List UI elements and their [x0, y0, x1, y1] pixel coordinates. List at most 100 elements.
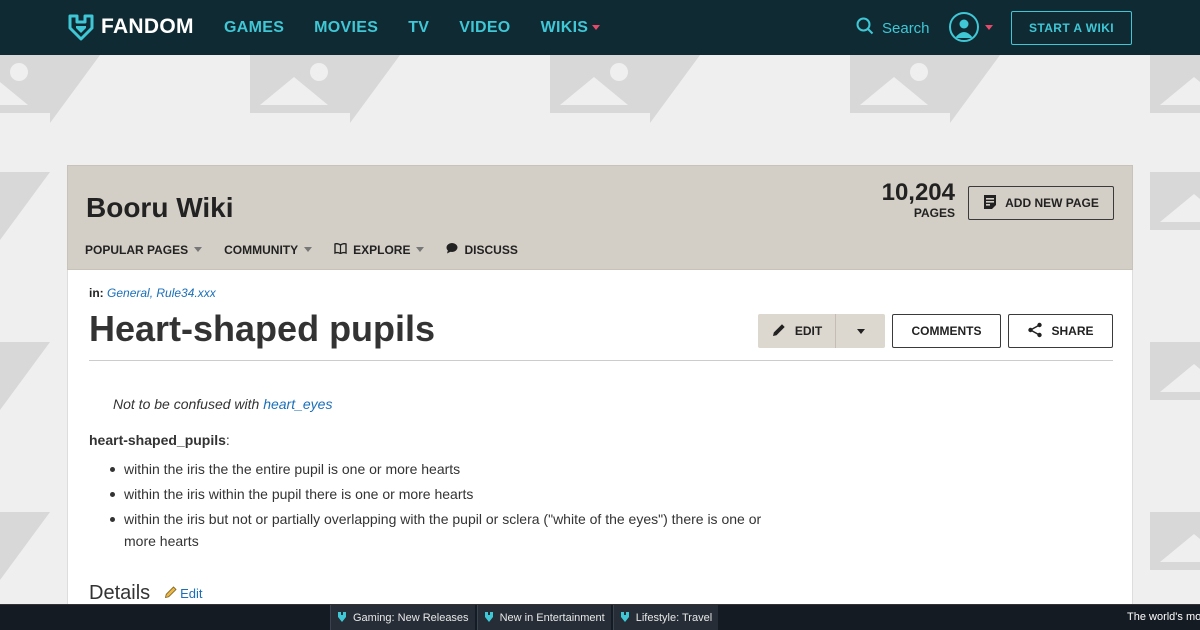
page-count-number: 10,204 — [881, 179, 955, 206]
wiki-navigation: POPULAR PAGES COMMUNITY EXPLORE DISCUSS — [85, 242, 518, 257]
placeholder-image-icon — [250, 55, 400, 123]
nav-games-label: GAMES — [224, 18, 285, 36]
note-text: Not to be confused with — [113, 396, 264, 412]
categories-label: in: — [89, 286, 104, 300]
fandom-logo-text: FANDOM — [101, 15, 194, 38]
category-list: in: General, Rule34.xxx — [89, 286, 216, 300]
chevron-down-icon — [194, 247, 203, 252]
placeholder-image-icon — [0, 342, 50, 410]
chevron-down-icon — [304, 247, 313, 252]
page-count: 10,204 PAGES — [863, 179, 955, 221]
pencil-icon — [771, 322, 787, 341]
article-content: in: General, Rule34.xxx Heart-shaped pup… — [67, 270, 1133, 630]
wiki-nav-explore[interactable]: EXPLORE — [334, 242, 425, 257]
bottom-link-lifestyle[interactable]: Lifestyle: Travel — [612, 605, 721, 630]
placeholder-image-icon — [850, 55, 1000, 123]
wiki-nav-label: POPULAR PAGES — [85, 242, 189, 257]
chevron-down-icon — [416, 247, 425, 252]
fandom-feed-icon — [484, 611, 494, 626]
bottom-link-label: Gaming: New Releases — [353, 612, 469, 624]
fandom-heart-icon — [67, 13, 95, 41]
bottom-tagline: The world's mo — [1127, 611, 1200, 623]
share-icon — [1027, 322, 1043, 341]
placeholder-image-icon — [550, 55, 700, 123]
placeholder-image-icon — [1150, 512, 1200, 580]
category-links[interactable]: General, Rule34.xxx — [107, 286, 216, 300]
edit-label: EDIT — [794, 324, 823, 338]
nav-video-label: VIDEO — [459, 18, 511, 36]
page-count-label: PAGES — [913, 206, 955, 220]
nav-movies-label: MOVIES — [314, 18, 379, 36]
page-title: Heart-shaped pupils — [89, 308, 436, 349]
edit-button-group: EDIT — [758, 314, 885, 348]
avatar-icon — [949, 12, 979, 42]
section-edit-label: Edit — [180, 586, 203, 601]
term-heading: heart-shaped_pupils: — [89, 432, 230, 448]
details-section-header: Details Edit — [89, 582, 203, 605]
term-name: heart-shaped_pupils — [89, 432, 226, 448]
nav-video[interactable]: VIDEO — [459, 19, 510, 37]
page-actions: EDIT COMMENTS SHARE — [758, 314, 1113, 348]
placeholder-image-icon — [1150, 55, 1200, 123]
nav-wikis-label: WIKIS — [540, 18, 589, 36]
fandom-logo[interactable]: FANDOM — [67, 13, 194, 41]
wiki-nav-label: DISCUSS — [464, 242, 518, 257]
bottom-link-label: Lifestyle: Travel — [635, 612, 713, 624]
wiki-nav-community[interactable]: COMMUNITY — [224, 242, 313, 257]
section-heading: Details — [89, 582, 151, 604]
wiki-nav-label: EXPLORE — [353, 242, 411, 257]
nav-games[interactable]: GAMES — [224, 19, 284, 37]
bottom-link-gaming[interactable]: Gaming: New Releases — [330, 605, 477, 630]
heart-eyes-link[interactable]: heart_eyes — [263, 396, 332, 412]
list-item: within the iris within the pupil there i… — [106, 483, 766, 505]
wiki-nav-label: COMMUNITY — [224, 242, 299, 257]
chevron-down-icon — [985, 24, 993, 30]
search-button[interactable]: Search — [856, 17, 930, 39]
new-page-icon — [983, 194, 997, 213]
bottom-link-label: New in Entertainment — [499, 612, 605, 624]
edit-dropdown-button[interactable] — [836, 314, 885, 348]
nav-tv-label: TV — [408, 18, 430, 36]
placeholder-image-icon — [0, 512, 50, 580]
add-new-page-label: ADD NEW PAGE — [1005, 196, 1099, 210]
placeholder-image-icon — [0, 172, 50, 240]
nav-wikis[interactable]: WIKIS — [541, 19, 601, 37]
placeholder-image-icon — [1150, 342, 1200, 410]
definition-list: within the iris the the entire pupil is … — [106, 458, 766, 555]
placeholder-image-icon — [1150, 172, 1200, 240]
disambiguation-note: Not to be confused with heart_eyes — [113, 396, 332, 412]
share-button[interactable]: SHARE — [1008, 314, 1113, 348]
bottom-link-entertainment[interactable]: New in Entertainment — [476, 605, 613, 630]
wiki-title[interactable]: Booru Wiki — [86, 192, 234, 224]
global-nav-links: GAMES MOVIES TV VIDEO WIKIS — [224, 0, 601, 55]
start-a-wiki-button[interactable]: START A WIKI — [1011, 11, 1132, 45]
wiki-nav-popular-pages[interactable]: POPULAR PAGES — [85, 242, 203, 257]
book-icon — [334, 242, 347, 257]
chevron-down-icon — [592, 25, 601, 30]
list-item: within the iris but not or partially ove… — [106, 508, 766, 552]
term-suffix: : — [225, 432, 230, 448]
bottom-toolbar-links: Gaming: New Releases New in Entertainmen… — [330, 605, 721, 630]
share-label: SHARE — [1051, 324, 1094, 338]
search-label: Search — [882, 19, 930, 37]
fandom-feed-icon — [620, 611, 630, 626]
wiki-header: Booru Wiki 10,204 PAGES ADD NEW PAGE POP… — [67, 165, 1133, 270]
chevron-down-icon — [856, 328, 865, 334]
nav-movies[interactable]: MOVIES — [314, 19, 378, 37]
bottom-toolbar: Gaming: New Releases New in Entertainmen… — [0, 604, 1200, 630]
title-divider — [89, 360, 1113, 361]
pencil-icon — [164, 585, 178, 602]
user-menu[interactable] — [949, 12, 993, 42]
section-edit-link[interactable]: Edit — [164, 585, 203, 602]
comments-button[interactable]: COMMENTS — [892, 314, 1001, 348]
edit-button[interactable]: EDIT — [758, 314, 836, 348]
nav-tv[interactable]: TV — [408, 19, 429, 37]
placeholder-image-icon — [0, 55, 100, 123]
chat-icon — [446, 242, 458, 257]
add-new-page-button[interactable]: ADD NEW PAGE — [968, 186, 1114, 220]
list-item: within the iris the the entire pupil is … — [106, 458, 766, 480]
wiki-nav-discuss[interactable]: DISCUSS — [446, 242, 518, 257]
fandom-feed-icon — [337, 611, 347, 626]
global-navigation: FANDOM GAMES MOVIES TV VIDEO WIKIS Searc… — [0, 0, 1200, 55]
search-icon — [856, 17, 874, 39]
